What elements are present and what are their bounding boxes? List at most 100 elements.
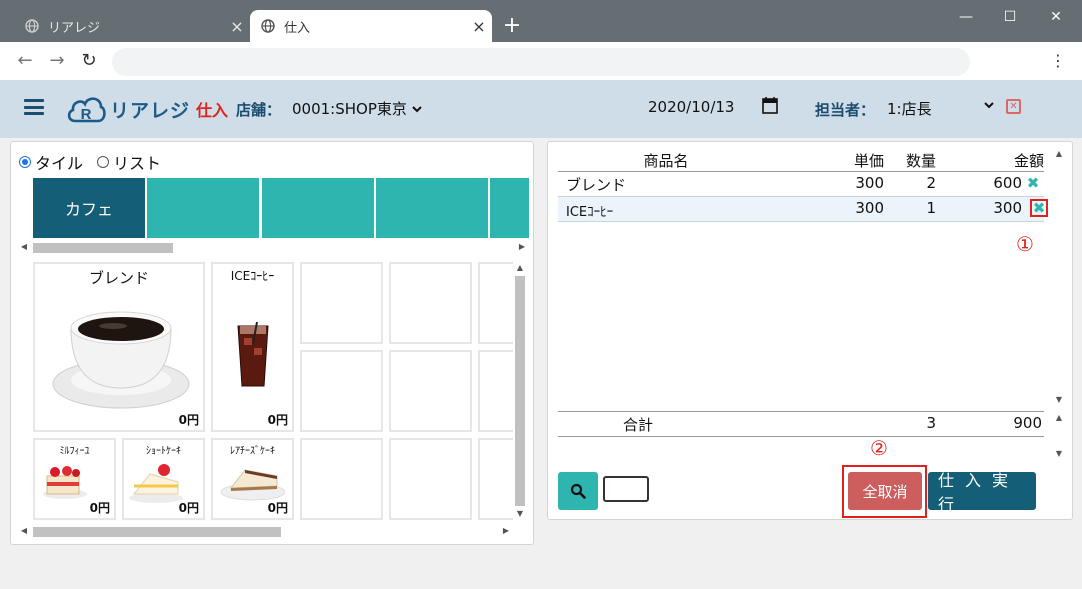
staff-select-value[interactable]: 1:店長 [887,98,932,119]
radio-selected-icon[interactable] [19,156,31,168]
scrollbar-thumb[interactable] [33,243,173,253]
staff-clear-icon[interactable]: ✕ [1006,99,1021,114]
product-price: 0円 [178,413,199,427]
execute-purchase-button[interactable]: 仕入実行 [928,471,1036,514]
scroll-down-icon[interactable]: ▼ [1052,394,1066,406]
scroll-up-icon[interactable]: ▲ [1052,148,1066,160]
product-name: ﾚｱﾁｰｽﾞｹｰｷ [230,446,275,457]
chevron-down-icon[interactable] [982,98,996,112]
category-tab[interactable] [490,178,529,238]
store-select[interactable]: 0001:SHOP東京 [292,98,423,119]
app-logo: R リアレジ [66,92,190,126]
new-tab-button[interactable]: + [502,14,522,38]
table-row[interactable]: ブレンド 300 2 600 ✖ [558,172,1044,197]
search-button[interactable] [558,472,598,510]
product-tile-empty[interactable] [389,350,472,432]
scroll-up-icon[interactable]: ▲ [1052,412,1066,424]
product-tile-empty[interactable] [478,350,513,432]
product-name: ﾐﾙﾌｨｰﾕ [59,446,90,457]
app-header: R リアレジ 仕入 店舗： 0001:SHOP東京 2020/10/13 担当者… [0,80,1082,138]
reload-icon[interactable]: ↻ [78,50,100,72]
store-select-value: 0001:SHOP東京 [292,100,407,118]
scroll-left-icon[interactable]: ◀ [19,241,29,253]
scroll-up-icon[interactable]: ▲ [513,262,527,274]
cart-total-row: 合計 3 900 [558,411,1044,437]
row-quantity: 1 [926,199,936,217]
product-tile-empty[interactable] [478,262,513,344]
globe-icon [260,18,276,34]
category-tab-cafe[interactable]: カフェ [33,178,145,238]
product-price: 0円 [178,501,199,515]
browser-menu-icon[interactable]: ⋮ [1048,50,1068,72]
product-tile-shortcake[interactable]: ｼｮｰﾄｹｰｷ 0円 [122,438,205,520]
annotation-marker-1: ① [1016,232,1034,256]
category-tab[interactable] [262,178,374,238]
radio-unselected-icon[interactable] [97,156,110,168]
view-mode-tile-label: タイル [35,154,84,173]
browser-tab-purchase[interactable]: 仕入 × [250,10,492,42]
category-tab[interactable] [376,178,488,238]
tab-close-icon[interactable]: × [224,17,250,36]
coffee-cup-icon [52,311,190,409]
product-tile-empty[interactable] [478,438,513,520]
delete-row-icon[interactable]: ✖ [1024,174,1042,192]
hamburger-menu-icon[interactable] [24,99,44,115]
globe-icon [24,18,40,34]
forward-icon[interactable]: → [46,50,68,72]
view-mode-list-label: リスト [113,154,162,173]
annotation-marker-2: ② [870,436,888,460]
mille-feuille-icon [43,466,87,499]
product-vertical-scrollbar[interactable]: ▲ ▼ [513,262,527,520]
product-tile-empty[interactable] [300,438,383,520]
maximize-icon[interactable]: ☐ [988,6,1032,28]
scrollbar-thumb[interactable] [33,527,281,537]
product-name: ｼｮｰﾄｹｰｷ [146,446,181,457]
search-icon [570,483,586,499]
chevron-down-icon [412,105,422,112]
scroll-right-icon[interactable]: ▶ [501,525,511,537]
scroll-down-icon[interactable]: ▼ [1052,448,1066,460]
row-quantity: 2 [926,174,936,192]
date-field[interactable]: 2020/10/13 [648,98,734,116]
delete-row-icon[interactable]: ✖ [1030,199,1048,217]
calendar-icon[interactable] [762,96,778,114]
table-row[interactable]: ICEｺｰﾋｰ 300 1 300 ✖ [558,197,1048,222]
browser-tabstrip: リアレジ × 仕入 × + — ☐ ✕ [0,0,1082,42]
product-tile-empty[interactable] [389,438,472,520]
minimize-icon[interactable]: — [944,6,988,28]
svg-text:R: R [81,106,92,123]
scrollbar-thumb[interactable] [515,276,525,506]
row-unit-price: 300 [855,174,884,192]
view-mode-tile[interactable]: タイル [19,150,83,174]
category-tab[interactable] [147,178,259,238]
cart-table-header: 商品名 単価 数量 金額 [558,148,1044,172]
scroll-right-icon[interactable]: ▶ [517,241,527,253]
product-tile-empty[interactable] [300,350,383,432]
back-icon[interactable]: ← [14,50,36,72]
product-tile-cheesecake[interactable]: ﾚｱﾁｰｽﾞｹｰｷ 0円 [211,438,294,520]
product-tile-empty[interactable] [389,262,472,344]
category-scrollbar[interactable]: ◀ ▶ [19,241,527,253]
cloud-logo-icon: R [67,97,106,123]
code-input[interactable] [603,476,649,502]
header-quantity: 数量 [905,152,936,170]
total-label: 合計 [622,416,653,434]
scroll-down-icon[interactable]: ▼ [513,508,527,520]
product-tile-empty[interactable] [300,262,383,344]
store-label: 店舗： [236,101,282,119]
product-tile-ice-coffee[interactable]: ICEｺｰﾋｰ 0円 [211,262,294,432]
address-bar[interactable] [112,48,970,76]
row-amount: 600 [993,174,1022,192]
window-close-icon[interactable]: ✕ [1034,6,1078,28]
view-mode-list[interactable]: リスト [97,150,161,174]
product-tile-blend[interactable]: ブレンド 0円 [33,262,205,432]
scroll-left-icon[interactable]: ◀ [19,525,29,537]
product-horizontal-scrollbar[interactable]: ◀ ▶ [19,525,511,537]
browser-tab-riareji[interactable]: リアレジ × [14,10,250,42]
cart-vertical-scrollbar[interactable]: ▲ ▼ ▲ ▼ [1052,148,1066,460]
tab-close-icon[interactable]: × [466,17,492,36]
logo-text: リアレジ [110,99,191,122]
product-tile-mille-feuille[interactable]: ﾐﾙﾌｨｰﾕ 0円 [33,438,116,520]
cancel-all-button[interactable]: 全取消 [848,472,922,510]
header-amount: 金額 [1013,152,1044,170]
